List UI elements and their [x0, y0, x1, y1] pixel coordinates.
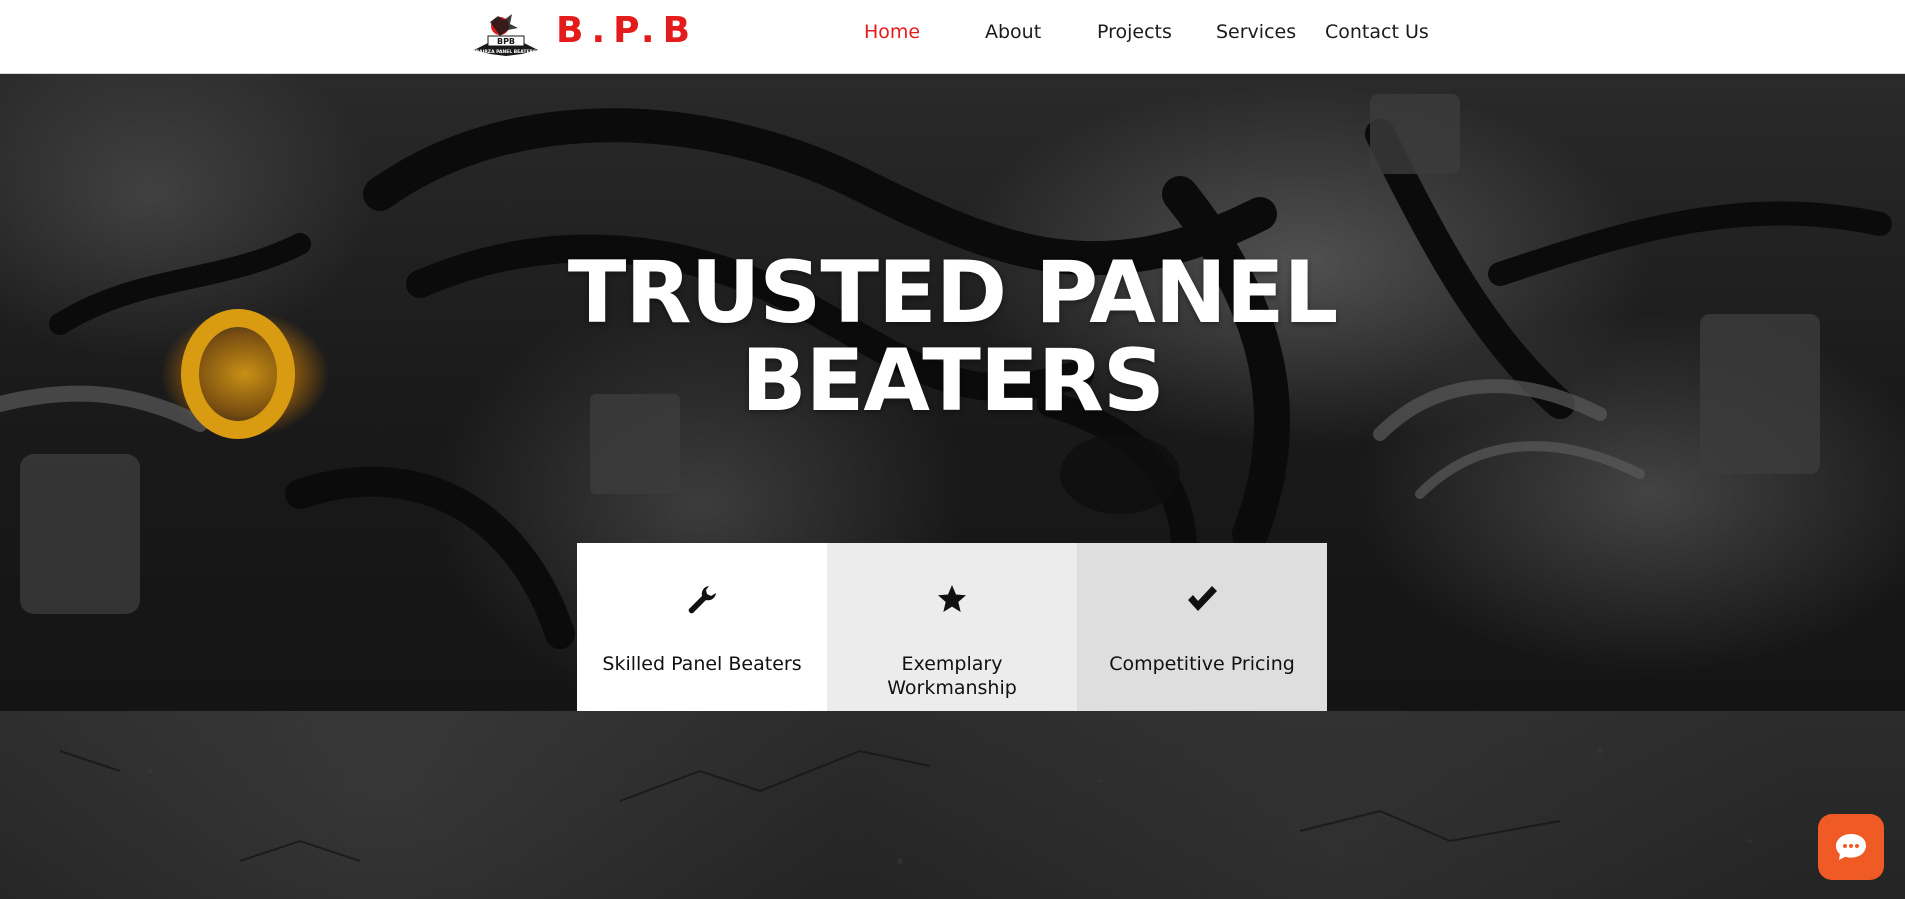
feature-card-workmanship: Exemplary Workmanship [827, 543, 1077, 711]
chat-button[interactable] [1818, 814, 1884, 880]
feature-card-skilled: Skilled Panel Beaters [577, 543, 827, 711]
hero-title: TRUSTED PANEL BEATERS [0, 249, 1905, 425]
checkmark-icon [1077, 583, 1327, 619]
feature-label: Skilled Panel Beaters [602, 653, 802, 675]
logo-subtext: BAIRZA PANEL BEATERS [476, 49, 537, 55]
feature-label: Exemplary Workmanship [887, 653, 1017, 699]
nav-home[interactable]: Home [864, 21, 920, 43]
feature-card-pricing: Competitive Pricing [1077, 543, 1327, 711]
site-header: BPB BAIRZA PANEL BEATERS B.P.B Home Abou… [0, 0, 1905, 74]
feature-cards: Skilled Panel Beaters Exemplary Workmans… [577, 543, 1327, 711]
asphalt-section [0, 711, 1905, 899]
feature-label: Competitive Pricing [1109, 653, 1295, 675]
asphalt-texture [59, 748, 1752, 864]
brand-name[interactable]: B.P.B [556, 9, 698, 53]
logo-text: BPB [497, 37, 515, 46]
nav-about[interactable]: About [985, 21, 1041, 43]
nav-services[interactable]: Services [1216, 21, 1296, 43]
hero-title-line-2: BEATERS [741, 331, 1165, 431]
wrench-icon [577, 583, 827, 619]
nav-projects[interactable]: Projects [1097, 21, 1172, 43]
star-icon [827, 583, 1077, 619]
nav-contact-us[interactable]: Contact Us [1325, 21, 1429, 43]
logo[interactable]: BPB BAIRZA PANEL BEATERS [470, 12, 542, 60]
hero-title-line-1: TRUSTED PANEL [567, 243, 1339, 343]
chat-bubble-icon [1836, 834, 1866, 860]
